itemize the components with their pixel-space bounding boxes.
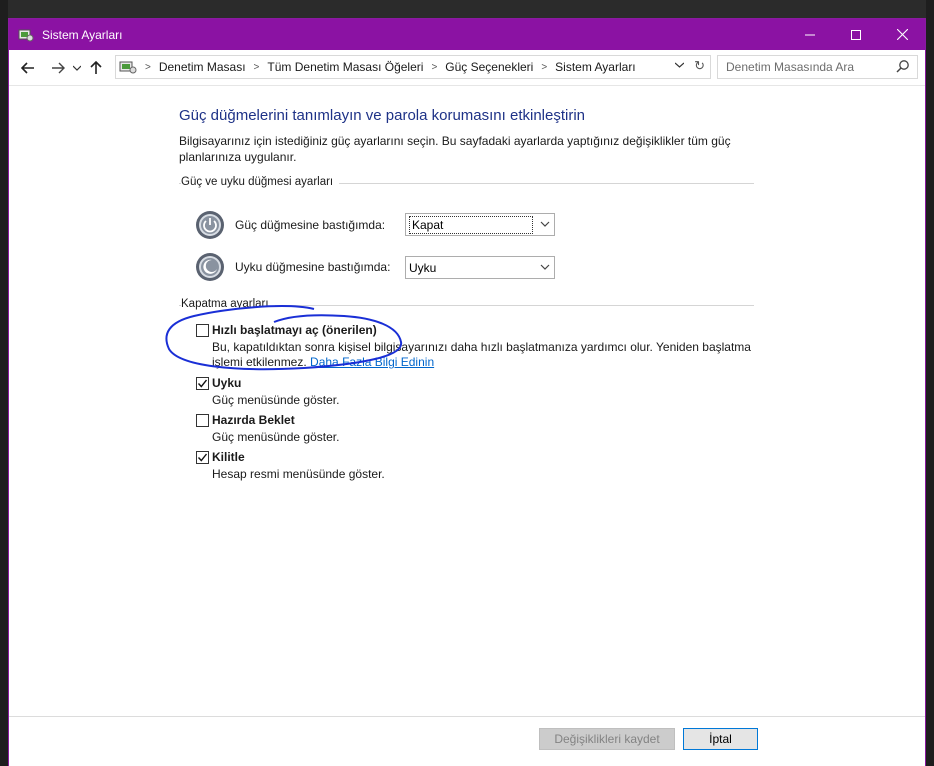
arrow-right-icon	[52, 62, 65, 73]
navigation-bar: > Denetim Masası > Tüm Denetim Masası Öğel…	[9, 50, 925, 86]
chevron-down-icon	[674, 62, 685, 68]
checkmark-icon	[197, 453, 208, 462]
control-panel-icon	[18, 29, 34, 41]
chevron-right-icon: >	[431, 61, 438, 73]
chevron-right-icon: >	[253, 61, 260, 73]
window-title: Sistem Ayarları	[42, 27, 123, 42]
address-dropdown-button[interactable]	[674, 59, 685, 71]
breadcrumb-guc-secenekleri[interactable]: Güç Seçenekleri	[445, 60, 533, 74]
search-input[interactable]: Denetim Masasında Ara	[717, 55, 918, 79]
arrow-left-icon	[21, 61, 34, 74]
lock-checkbox[interactable]	[196, 451, 209, 464]
chevron-right-icon: >	[541, 61, 548, 73]
power-button-action-value: Kapat	[409, 215, 533, 234]
sleep-option-description: Güç menüsünde göster.	[212, 393, 340, 407]
sleep-button-label: Uyku düğmesine bastığımda:	[235, 260, 391, 274]
chevron-down-icon	[540, 264, 550, 270]
address-bar[interactable]: > Denetim Masası > Tüm Denetim Masası Öğel…	[115, 55, 711, 79]
recent-locations-button[interactable]	[70, 56, 84, 80]
control-panel-icon	[119, 61, 137, 74]
power-button-action-select[interactable]: Kapat	[405, 213, 555, 236]
title-bar[interactable]: Sistem Ayarları	[9, 19, 925, 50]
page-title: Güç düğmelerini tanımlayın ve parola kor…	[179, 107, 586, 124]
up-button[interactable]	[84, 56, 108, 80]
chevron-down-icon	[540, 221, 550, 227]
back-button[interactable]	[16, 56, 40, 80]
search-icon[interactable]	[896, 59, 910, 73]
forward-button[interactable]	[46, 56, 70, 80]
sleep-button-action-value: Uyku	[409, 260, 437, 275]
footer-bar: Değişiklikleri kaydet İptal	[9, 716, 925, 766]
minimize-icon	[805, 34, 815, 35]
page-description: Bilgisayarınız için istediğiniz güç ayar…	[179, 134, 731, 164]
chevron-right-icon: >	[145, 61, 151, 73]
power-icon	[196, 211, 224, 239]
maximize-button[interactable]	[833, 19, 879, 50]
arrow-up-icon	[90, 60, 102, 74]
hibernate-checkbox[interactable]	[196, 414, 209, 427]
chevron-down-icon	[73, 65, 81, 71]
desktop-background-right	[926, 0, 934, 766]
hibernate-option-description: Güç menüsünde göster.	[212, 430, 340, 444]
save-changes-button[interactable]: Değişiklikleri kaydet	[539, 728, 675, 750]
power-button-row: Güç düğmesine bastığımda:	[195, 210, 385, 240]
hand-drawn-circle-annotation	[165, 305, 403, 371]
close-icon	[896, 29, 908, 40]
breadcrumb-sistem-ayarlari[interactable]: Sistem Ayarları	[555, 60, 635, 74]
power-button-label: Güç düğmesine bastığımda:	[235, 218, 386, 232]
system-settings-window: Sistem Ayarları > Denetim Masası > Tüm D…	[8, 18, 926, 766]
breadcrumb-denetim-masasi[interactable]: Denetim Masası	[159, 60, 246, 74]
lock-option-label[interactable]: Kilitle	[212, 450, 245, 464]
breadcrumb-tum-ogeler[interactable]: Tüm Denetim Masası Öğeleri	[267, 60, 423, 74]
sleep-button-row: Uyku düğmesine bastığımda:	[195, 252, 390, 282]
maximize-icon	[851, 29, 861, 40]
refresh-button[interactable]: ↻	[694, 58, 705, 74]
sleep-button-action-select[interactable]: Uyku	[405, 256, 555, 279]
search-placeholder: Denetim Masasında Ara	[726, 60, 855, 74]
close-button[interactable]	[879, 19, 925, 50]
hibernate-option-label[interactable]: Hazırda Beklet	[212, 413, 295, 427]
lock-option-description: Hesap resmi menüsünde göster.	[212, 467, 385, 481]
power-group-title: Güç ve uyku düğmesi ayarları	[181, 176, 340, 188]
minimize-button[interactable]	[787, 19, 833, 50]
desktop-background-left	[0, 0, 8, 766]
cancel-button[interactable]: İptal	[683, 728, 758, 750]
sleep-moon-icon	[196, 253, 224, 281]
